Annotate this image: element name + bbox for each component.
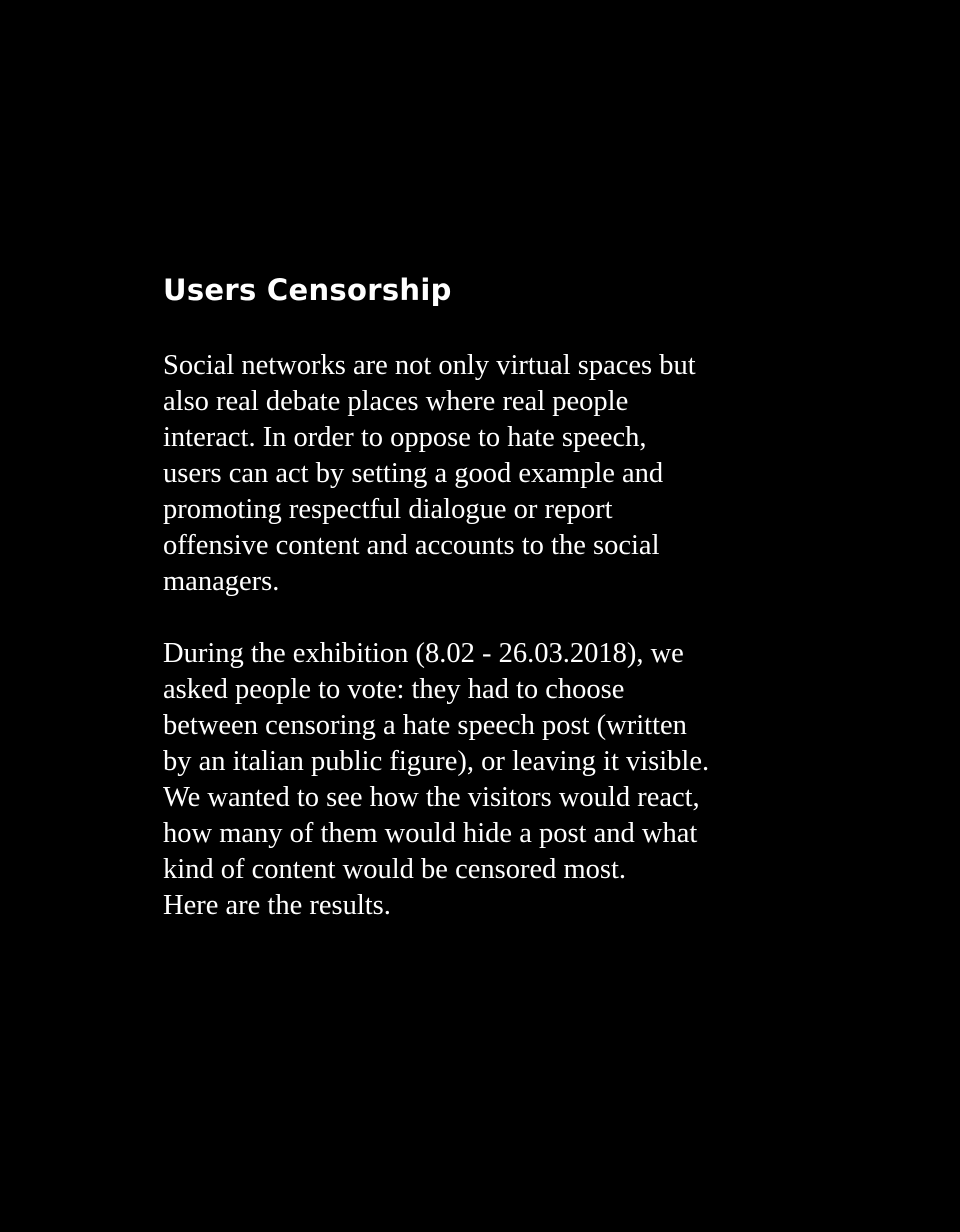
paragraph-line: how many of them would hide a post and w… bbox=[163, 818, 698, 849]
paragraph-line: Social networks are not only virtual spa… bbox=[163, 350, 696, 381]
paragraph-line: managers. bbox=[163, 566, 280, 597]
page: Users Censorship Social networks are not… bbox=[0, 0, 960, 1232]
paragraph-line: also real debate places where real peopl… bbox=[163, 386, 629, 417]
paragraph-line: between censoring a hate speech post (wr… bbox=[163, 710, 687, 741]
page-title: Users Censorship bbox=[163, 273, 452, 307]
exhibition-paragraph: During the exhibition (8.02 - 26.03.2018… bbox=[163, 636, 803, 924]
intro-paragraph: Social networks are not only virtual spa… bbox=[163, 348, 803, 600]
paragraph-line: Here are the results. bbox=[163, 890, 391, 921]
paragraph-line: asked people to vote: they had to choose bbox=[163, 674, 625, 705]
paragraph-line: kind of content would be censored most. bbox=[163, 854, 627, 885]
paragraph-line: offensive content and accounts to the so… bbox=[163, 530, 660, 561]
paragraph-line: We wanted to see how the visitors would … bbox=[163, 782, 700, 813]
paragraph-line: promoting respectful dialogue or report bbox=[163, 494, 613, 525]
paragraph-line: During the exhibition (8.02 - 26.03.2018… bbox=[163, 638, 684, 669]
paragraph-line: interact. In order to oppose to hate spe… bbox=[163, 422, 647, 453]
content-block: Users Censorship Social networks are not… bbox=[163, 268, 803, 924]
paragraph-line: by an italian public figure), or leaving… bbox=[163, 746, 710, 777]
paragraph-line: users can act by setting a good example … bbox=[163, 458, 664, 489]
